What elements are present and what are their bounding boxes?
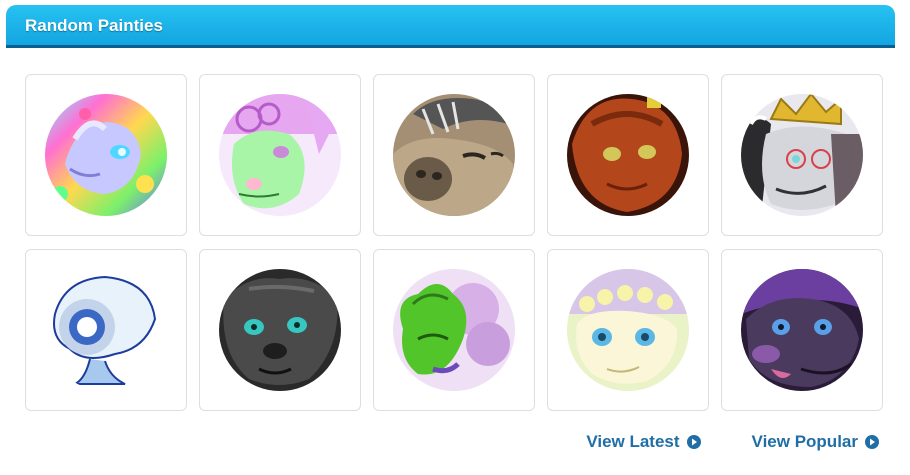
avatar-card[interactable] (373, 74, 535, 236)
footer-links: View Latest View Popular (586, 432, 880, 452)
orange-dragon-avatar-icon (567, 94, 689, 216)
avatar-card[interactable] (199, 74, 361, 236)
section-header: Random Painties (6, 5, 895, 48)
avatar-card[interactable] (547, 249, 709, 411)
avatar-card[interactable] (373, 249, 535, 411)
avatar-card[interactable] (25, 249, 187, 411)
crowned-creature-avatar-icon (741, 94, 863, 216)
view-latest-label: View Latest (586, 432, 680, 451)
purple-dark-creature-avatar-icon (741, 269, 863, 391)
avatar-card[interactable] (547, 74, 709, 236)
white-eyeball-creature-avatar-icon (45, 269, 167, 391)
green-frog-creature-avatar-icon (393, 269, 515, 391)
avatar-card[interactable] (199, 249, 361, 411)
view-latest-link[interactable]: View Latest (586, 432, 701, 452)
pastel-green-creature-avatar-icon (219, 94, 341, 216)
section-title: Random Painties (25, 16, 163, 35)
avatar-card[interactable] (721, 249, 883, 411)
avatar-card[interactable] (25, 74, 187, 236)
black-cat-avatar-icon (219, 269, 341, 391)
rainbow-dragon-avatar-icon (45, 94, 167, 216)
flower-crown-creature-avatar-icon (567, 269, 689, 391)
avatar-card[interactable] (721, 74, 883, 236)
view-popular-link[interactable]: View Popular (752, 432, 880, 452)
play-circle-icon (686, 435, 701, 449)
tan-seal-avatar-icon (393, 94, 515, 216)
avatar-grid (25, 74, 883, 411)
view-popular-label: View Popular (751, 432, 858, 451)
play-circle-icon (865, 435, 879, 449)
